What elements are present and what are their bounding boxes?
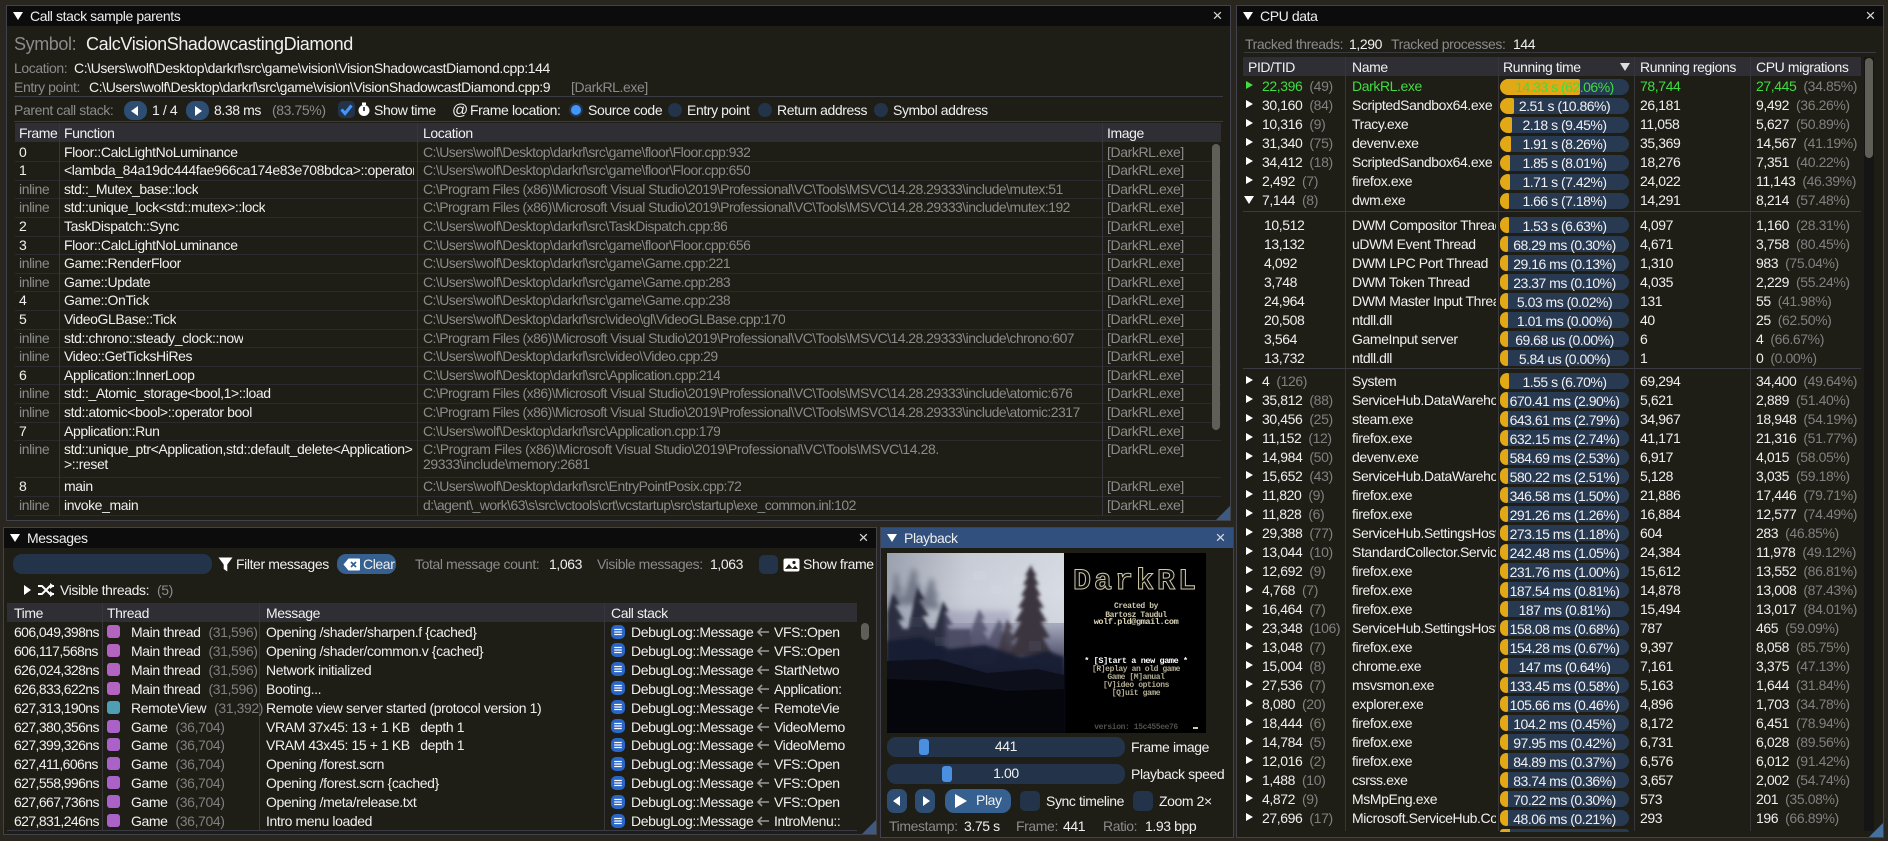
svg-text:[Q]uit game: [Q]uit game	[1112, 689, 1161, 698]
svg-text:Created by: Created by	[1114, 602, 1159, 611]
svg-text:version: 15c455ee76: version: 15c455ee76	[1094, 723, 1178, 732]
svg-text:DarkRL: DarkRL	[1073, 565, 1199, 599]
svg-text:wolf.pld@gmail.com: wolf.pld@gmail.com	[1094, 617, 1179, 627]
